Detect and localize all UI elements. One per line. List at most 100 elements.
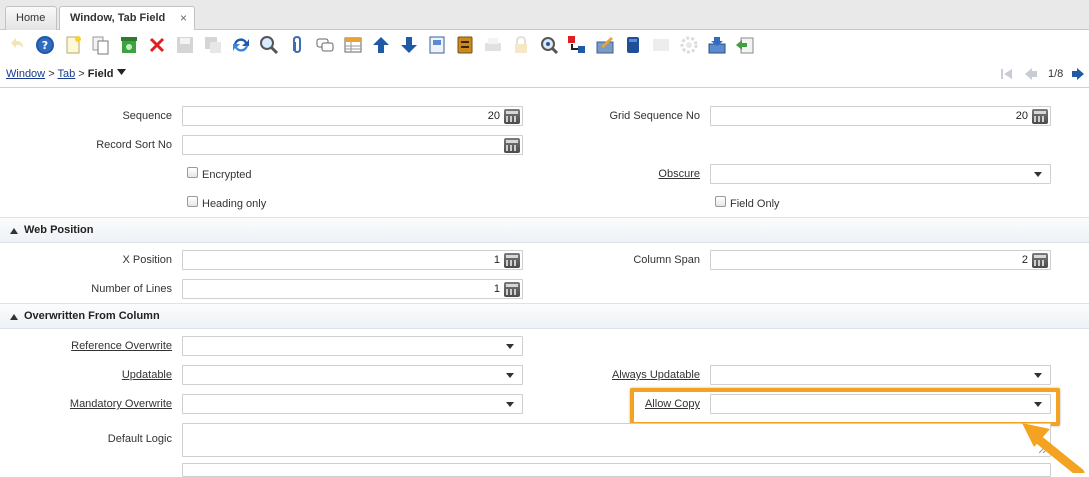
obscure-label[interactable]: Obscure [658,168,700,180]
x-position-field[interactable]: 1 [182,250,523,270]
allow-copy-label[interactable]: Allow Copy [645,398,700,410]
x-position-value: 1 [493,254,500,266]
tab-close-icon[interactable]: × [180,7,187,29]
breadcrumb-current: Field [87,68,114,80]
sequence-field[interactable]: 20 [182,106,523,126]
tab-window-tab-field-label: Window, Tab Field [70,12,166,24]
sequence-value: 20 [487,110,500,122]
window-tab-bar: Home Window, Tab Field × [0,0,1089,31]
x-position-label: X Position [122,254,172,266]
save-and-new-icon[interactable] [202,34,224,56]
always-updatable-label[interactable]: Always Updatable [612,369,700,381]
web-position-section-header[interactable]: Web Position [0,217,1089,243]
breadcrumb-separator: > [48,68,55,80]
grid-toggle-icon[interactable] [342,34,364,56]
grid-sequence-label: Grid Sequence No [609,110,701,122]
calculator-icon[interactable] [1032,109,1048,124]
process-icon[interactable] [650,34,672,56]
heading-only-label: Heading only [202,198,267,210]
attachment-icon[interactable] [286,34,308,56]
record-sort-field[interactable] [182,135,523,155]
next-page-icon[interactable] [1071,67,1085,81]
breadcrumb: Window > Tab > Field [6,68,126,80]
copy-record-icon[interactable] [90,34,112,56]
chevron-down-icon[interactable] [1034,402,1042,407]
updatable-select[interactable] [182,365,523,385]
customize-icon[interactable] [678,34,700,56]
active-workflows-icon[interactable] [566,34,588,56]
next-record-icon[interactable] [398,34,420,56]
field-only-label: Field Only [730,198,780,210]
reference-overwrite-select[interactable] [182,336,523,356]
reference-overwrite-label[interactable]: Reference Overwrite [71,340,172,352]
chevron-down-icon[interactable] [506,344,514,349]
breadcrumb-dropdown-icon[interactable] [116,69,126,76]
section-title: Overwritten From Column [24,310,160,322]
default-logic-textarea[interactable] [182,423,1051,457]
obscure-select[interactable] [710,164,1051,184]
record-sort-label: Record Sort No [96,139,172,151]
calculator-icon[interactable] [1032,253,1048,268]
delete-selected-icon[interactable] [118,34,140,56]
import-icon[interactable] [734,34,756,56]
chevron-down-icon[interactable] [506,402,514,407]
default-logic-label: Default Logic [107,433,172,445]
calculator-icon[interactable] [504,253,520,268]
column-span-label: Column Span [633,254,700,266]
first-record-icon[interactable] [1000,67,1014,81]
calculator-icon[interactable] [504,282,520,297]
lock-icon[interactable] [510,34,532,56]
chat-icon[interactable] [314,34,336,56]
tab-home[interactable]: Home [5,6,57,31]
tab-window-tab-field[interactable]: Window, Tab Field × [59,6,195,31]
chevron-down-icon[interactable] [506,373,514,378]
help-icon[interactable]: ? [34,34,56,56]
next-textarea[interactable] [182,463,1051,477]
field-only-checkbox[interactable] [715,196,726,207]
delete-record-icon[interactable] [146,34,168,56]
svg-text:?: ? [42,39,48,52]
heading-only-checkbox[interactable] [187,196,198,207]
mandatory-overwrite-label[interactable]: Mandatory Overwrite [70,398,172,410]
grid-sequence-value: 20 [1015,110,1028,122]
always-updatable-select[interactable] [710,365,1051,385]
updatable-label[interactable]: Updatable [122,369,172,381]
product-info-icon[interactable] [622,34,644,56]
overwritten-section-header[interactable]: Overwritten From Column [0,303,1089,329]
collapse-triangle-icon[interactable] [10,228,18,234]
breadcrumb-tab-link[interactable]: Tab [57,68,75,80]
find-icon[interactable] [258,34,280,56]
breadcrumb-separator: > [78,68,85,80]
undo-icon[interactable] [6,34,28,56]
save-icon[interactable] [174,34,196,56]
sequence-label: Sequence [122,110,172,122]
number-of-lines-value: 1 [493,283,500,295]
previous-record-icon[interactable] [370,34,392,56]
report-icon[interactable] [426,34,448,56]
new-record-icon[interactable] [62,34,84,56]
zoom-across-icon[interactable] [538,34,560,56]
chevron-down-icon[interactable] [1034,172,1042,177]
export-icon[interactable] [706,34,728,56]
encrypted-label: Encrypted [202,169,252,181]
breadcrumb-window-link[interactable]: Window [6,68,45,80]
mandatory-overwrite-select[interactable] [182,394,523,414]
column-span-value: 2 [1021,254,1028,266]
chevron-down-icon[interactable] [1034,373,1042,378]
refresh-icon[interactable] [230,34,252,56]
allow-copy-select[interactable] [710,394,1051,414]
toolbar: ? [0,30,1089,60]
tab-home-label: Home [16,12,46,24]
calculator-icon[interactable] [504,109,520,124]
collapse-triangle-icon[interactable] [10,314,18,320]
column-span-field[interactable]: 2 [710,250,1051,270]
number-of-lines-field[interactable]: 1 [182,279,523,299]
encrypted-checkbox[interactable] [187,167,198,178]
calculator-icon[interactable] [504,138,520,153]
section-title: Web Position [24,224,94,236]
requests-icon[interactable] [594,34,616,56]
print-icon[interactable] [482,34,504,56]
archive-icon[interactable] [454,34,476,56]
previous-page-icon[interactable] [1024,67,1038,81]
grid-sequence-field[interactable]: 20 [710,106,1051,126]
